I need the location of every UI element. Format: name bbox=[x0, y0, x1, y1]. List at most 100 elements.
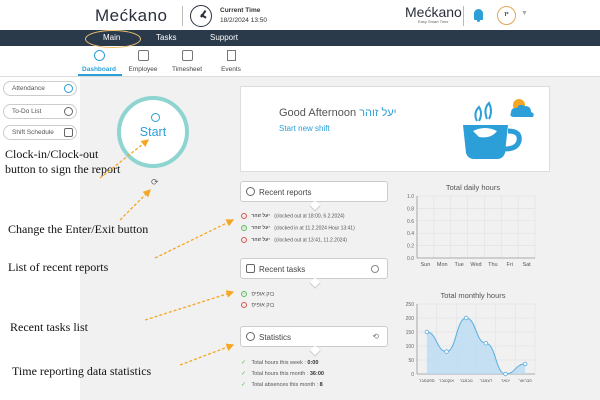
statistics-header[interactable]: Statistics ⟲ bbox=[240, 326, 388, 357]
calendar-icon bbox=[64, 128, 73, 137]
chevron-down-icon[interactable]: ▼ bbox=[521, 10, 528, 17]
sidebar-item-shift-schedule[interactable]: Shift Schedule bbox=[3, 125, 77, 140]
start-button[interactable]: Start bbox=[117, 96, 189, 168]
y-tick-label: 1.0 bbox=[407, 194, 414, 200]
clock-icon bbox=[64, 84, 73, 93]
check-icon: ✓ bbox=[241, 382, 247, 388]
stat-row: ✓ Total hours this week : 0:00 bbox=[241, 359, 318, 366]
clock-out-icon: - bbox=[241, 237, 247, 243]
section-title: Recent tasks bbox=[259, 265, 306, 274]
bell-icon[interactable] bbox=[474, 9, 483, 22]
annotation-switch: Change the Enter/Exit button bbox=[8, 222, 149, 236]
start-label: Start bbox=[139, 125, 167, 139]
check-icon bbox=[64, 107, 73, 116]
subnav-label: Events bbox=[221, 66, 241, 73]
report-detail: (clocked out at 18:00, 6.2.2024) bbox=[274, 213, 345, 220]
refresh-icon[interactable]: ⟲ bbox=[372, 332, 379, 341]
nav-support[interactable]: Support bbox=[210, 33, 238, 42]
sidebar-item-label: To-Do List bbox=[12, 108, 42, 115]
report-detail: (clocked out at 13:41, 11.2.2024) bbox=[274, 237, 347, 244]
subnav-dashboard[interactable] bbox=[78, 47, 120, 66]
report-name: יעל זוהר bbox=[251, 213, 270, 220]
clock-in-icon: + bbox=[241, 225, 247, 231]
x-tick-label: ספטמבר bbox=[419, 378, 435, 383]
divider bbox=[463, 6, 464, 26]
report-name: יעל זוהר bbox=[251, 237, 270, 244]
report-row[interactable]: - יעל זוהר (clocked out at 18:00, 6.2.20… bbox=[241, 213, 345, 219]
greeting-card: Good Afternoon יעל זוהר Start new shift bbox=[240, 86, 550, 172]
app-logo[interactable]: Mećkano bbox=[95, 6, 167, 26]
data-point bbox=[424, 329, 430, 335]
subnav-employee[interactable] bbox=[122, 47, 164, 66]
stat-value: 36:00 bbox=[309, 371, 324, 377]
calendar-icon bbox=[246, 264, 255, 273]
y-tick-label: 200 bbox=[406, 316, 415, 322]
x-tick-label: Sun bbox=[421, 262, 431, 268]
stat-value: 8 bbox=[319, 382, 323, 388]
stat-label: Total absences this month : bbox=[251, 382, 319, 388]
x-tick-label: פברואר bbox=[519, 378, 533, 383]
sidebar-item-attendance[interactable]: Attendance bbox=[3, 81, 77, 96]
annotation-tasks: Recent tasks list bbox=[10, 320, 88, 334]
annotation-reports: List of recent reports bbox=[8, 260, 109, 274]
sidebar-item-label: Attendance bbox=[12, 85, 45, 92]
brand-logo: Mećkano bbox=[405, 4, 462, 20]
id-card-icon bbox=[137, 50, 149, 61]
sidebar-item-todo[interactable]: To-Do List bbox=[3, 104, 77, 119]
report-detail: (clocked in at 11.2.2024 Hour 13:41) bbox=[274, 225, 355, 232]
stat-value: 0:00 bbox=[307, 360, 319, 366]
subnav-events[interactable] bbox=[210, 47, 252, 66]
start-shift-link[interactable]: Start new shift bbox=[279, 124, 330, 133]
current-time-value: 18/2/2024 13:50 bbox=[220, 17, 267, 24]
y-tick-label: 0.0 bbox=[407, 256, 414, 262]
subnav-label: Timesheet bbox=[171, 66, 203, 73]
y-tick-label: 100 bbox=[406, 344, 415, 350]
coffee-cup-icon bbox=[463, 99, 534, 159]
x-tick-label: Thu bbox=[488, 262, 497, 268]
section-title: Statistics bbox=[259, 333, 292, 342]
section-title: Recent reports bbox=[259, 188, 312, 197]
stat-label: Total hours this month : bbox=[251, 371, 309, 377]
subnav-label: Employee bbox=[128, 66, 158, 73]
task-item[interactable]: + בוק אופיס bbox=[241, 291, 274, 297]
avatar[interactable]: יז bbox=[497, 6, 516, 25]
recent-tasks-header[interactable]: Recent tasks bbox=[240, 258, 388, 289]
refresh-icon[interactable]: ⟳ bbox=[151, 177, 159, 188]
task-item[interactable]: - בוק אופיס bbox=[241, 302, 274, 308]
x-tick-label: Mon bbox=[437, 262, 448, 268]
x-tick-label: אוקטובר bbox=[439, 378, 454, 383]
y-tick-label: 0.6 bbox=[407, 219, 414, 225]
y-tick-label: 250 bbox=[406, 302, 415, 308]
data-point bbox=[522, 361, 528, 367]
clock-icon bbox=[190, 5, 212, 27]
current-time-label: Current Time bbox=[220, 7, 261, 14]
y-tick-label: 0.8 bbox=[407, 206, 414, 212]
x-tick-label: ינואר bbox=[501, 378, 510, 383]
plus-icon: + bbox=[241, 291, 247, 297]
annotation-clock: Clock-in/Clock-out button to sign the re… bbox=[5, 147, 121, 176]
report-row[interactable]: + יעל זוהר (clocked in at 11.2.2024 Hour… bbox=[241, 225, 355, 231]
subnav-label: Dashboard bbox=[82, 66, 116, 73]
monthly-hours-chart: 0 50 100 150 200 250 ספטמבר אוקטובר נובמבר דצמבר י… bbox=[406, 302, 536, 383]
nav-tasks[interactable]: Tasks bbox=[156, 33, 176, 42]
stat-label: Total hours this week : bbox=[251, 360, 306, 366]
sidebar-item-label: Shift Schedule bbox=[12, 129, 54, 136]
report-row[interactable]: - יעל זוהר (clocked out at 13:41, 11.2.2… bbox=[241, 237, 347, 243]
x-tick-label: Fri bbox=[507, 262, 513, 268]
flag-icon bbox=[226, 50, 236, 61]
clock-icon bbox=[246, 187, 255, 196]
report-name: יעל זוהר bbox=[251, 225, 270, 232]
y-tick-label: 0.2 bbox=[407, 244, 414, 250]
annotation-stats: Time reporting data statistics bbox=[12, 364, 152, 378]
clock-icon[interactable] bbox=[371, 265, 379, 273]
stat-row: ✓ Total hours this month : 36:00 bbox=[241, 370, 324, 377]
greeting-title: Good Afternoon יעל זוהר bbox=[279, 107, 397, 119]
recent-reports-header[interactable]: Recent reports bbox=[240, 181, 388, 212]
data-point bbox=[503, 371, 508, 377]
greeting-text: Good Afternoon bbox=[279, 107, 357, 119]
pie-chart-icon bbox=[246, 332, 255, 341]
check-icon: ✓ bbox=[241, 371, 247, 377]
subnav-timesheet[interactable] bbox=[166, 47, 208, 66]
y-tick-label: 50 bbox=[408, 358, 414, 364]
main-highlight-ring bbox=[85, 30, 141, 48]
